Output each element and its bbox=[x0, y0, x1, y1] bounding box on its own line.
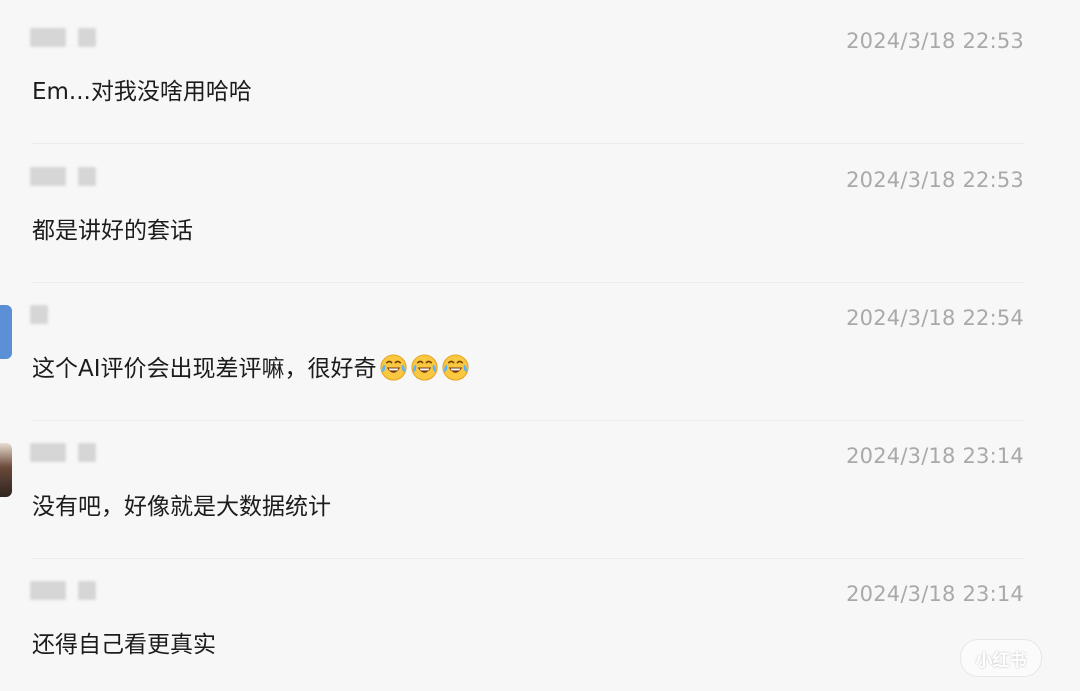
avatar[interactable] bbox=[0, 443, 12, 497]
comment-text: 都是讲好的套话 bbox=[32, 218, 193, 244]
comment-text: 这个AI评价会出现差评嘛，很好奇 bbox=[32, 349, 470, 383]
tears-of-joy-emoji-icon bbox=[410, 354, 438, 381]
comment-item[interactable]: 2024/3/18 22:53 Em...对我没啥用哈哈 bbox=[0, 0, 1080, 144]
comment-timestamp: 2024/3/18 22:53 bbox=[846, 29, 1024, 53]
comment-timestamp: 2024/3/18 22:53 bbox=[846, 168, 1024, 192]
tears-of-joy-emoji-icon bbox=[441, 354, 469, 381]
comment-item[interactable]: 2024/3/18 22:54 这个AI评价会出现差评嘛，很好奇 bbox=[0, 277, 1080, 421]
redacted-username bbox=[30, 167, 96, 186]
comment-timestamp: 2024/3/18 23:14 bbox=[846, 444, 1024, 468]
comment-text: Em...对我没啥用哈哈 bbox=[32, 79, 252, 105]
avatar[interactable] bbox=[0, 305, 12, 359]
xiaohongshu-watermark: 小红书 bbox=[960, 639, 1042, 677]
redacted-username bbox=[30, 581, 96, 600]
comment-text: 还得自己看更真实 bbox=[32, 632, 216, 658]
comment-timestamp: 2024/3/18 22:54 bbox=[846, 306, 1024, 330]
watermark-text: 小红书 bbox=[975, 650, 1027, 671]
comment-item[interactable]: 2024/3/18 22:53 都是讲好的套话 bbox=[0, 139, 1080, 283]
tears-of-joy-emoji-icon bbox=[379, 354, 407, 381]
comment-timestamp: 2024/3/18 23:14 bbox=[846, 582, 1024, 606]
redacted-username bbox=[30, 443, 96, 462]
comment-text: 没有吧，好像就是大数据统计 bbox=[32, 494, 331, 520]
comment-text-body: 这个AI评价会出现差评嘛，很好奇 bbox=[32, 356, 377, 382]
comment-item[interactable]: 2024/3/18 23:14 还得自己看更真实 bbox=[0, 553, 1080, 691]
redacted-username bbox=[30, 28, 96, 47]
comment-item[interactable]: 2024/3/18 23:14 没有吧，好像就是大数据统计 bbox=[0, 415, 1080, 559]
redacted-username bbox=[30, 305, 48, 324]
